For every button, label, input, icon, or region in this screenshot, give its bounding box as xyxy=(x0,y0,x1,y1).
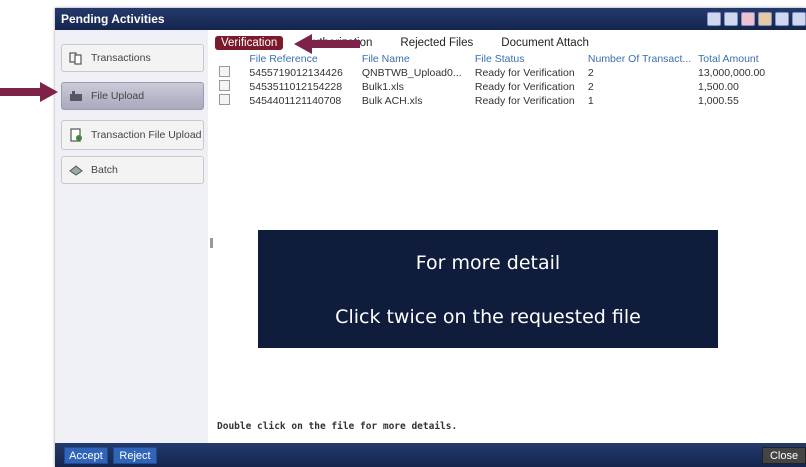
transaction-count-cell: 1 xyxy=(587,95,594,107)
file-status-cell: Ready for Verification xyxy=(474,67,575,79)
file-status-cell: Ready for Verification xyxy=(474,81,575,93)
row-checkbox[interactable] xyxy=(219,94,230,105)
select-column-header xyxy=(213,52,247,66)
overlay-line-2: Click twice on the requested file xyxy=(335,306,641,328)
column-header[interactable]: File Reference xyxy=(247,52,359,66)
instruction-overlay: For more detail Click twice on the reque… xyxy=(258,230,718,348)
window-title: Pending Activities xyxy=(61,12,165,26)
sidebar-item-label: Transaction File Upload xyxy=(91,129,202,141)
sidebar-item-label: Batch xyxy=(91,164,118,176)
column-header[interactable]: File Status xyxy=(473,52,586,66)
sidebar-item-label: Transactions xyxy=(91,52,151,64)
sidebar-item-transactions[interactable]: Transactions xyxy=(61,44,204,72)
column-header[interactable]: Total Amount xyxy=(696,52,806,66)
column-header[interactable]: Number Of Transact... xyxy=(586,52,696,66)
tool-icon[interactable] xyxy=(741,12,755,26)
files-table: File Reference File Name File Status Num… xyxy=(213,52,806,108)
transactions-icon xyxy=(69,52,82,65)
tab-verification[interactable]: Verification xyxy=(215,36,284,50)
tool-icon[interactable] xyxy=(792,12,806,26)
reject-button[interactable]: Reject xyxy=(113,447,157,464)
sidebar-item-label: File Upload xyxy=(91,90,145,102)
close-button[interactable]: Close xyxy=(762,447,806,464)
sidebar-item-file-upload[interactable]: File Upload xyxy=(61,82,204,110)
transaction-file-upload-icon xyxy=(70,128,82,142)
tab-document-attach[interactable]: Document Attach xyxy=(495,36,595,50)
table-row[interactable]: 5455719012134426 QNBTWB_Upload0... Ready… xyxy=(213,66,806,80)
sidebar: Transactions File Upload Transaction Fil… xyxy=(55,30,208,443)
transaction-count-cell: 2 xyxy=(587,67,594,79)
row-checkbox[interactable] xyxy=(219,66,230,77)
file-name-cell: Bulk ACH.xls xyxy=(361,95,423,107)
accept-button[interactable]: Accept xyxy=(64,447,108,464)
title-bar-icons xyxy=(707,12,806,26)
tool-icon[interactable] xyxy=(775,12,789,26)
tool-icon[interactable] xyxy=(758,12,772,26)
file-status-cell: Ready for Verification xyxy=(474,95,575,107)
file-reference-cell: 5455719012134426 xyxy=(249,67,343,79)
tool-icon[interactable] xyxy=(707,12,721,26)
pointer-arrow-left-icon xyxy=(294,34,360,54)
total-amount-cell: 1,000.55 xyxy=(697,95,739,107)
tab-rejected-files[interactable]: Rejected Files xyxy=(394,36,479,50)
table-row[interactable]: 5453511012154228 Bulk1.xls Ready for Ver… xyxy=(213,80,806,94)
file-upload-icon xyxy=(70,91,82,101)
sidebar-item-batch[interactable]: Batch xyxy=(61,156,204,184)
pointer-arrow-right-icon xyxy=(0,82,58,102)
overlay-line-1: For more detail xyxy=(415,252,561,274)
table-header-row: File Reference File Name File Status Num… xyxy=(213,52,806,66)
file-name-cell: Bulk1.xls xyxy=(361,81,404,93)
tab-bar: Verification Authorization Rejected File… xyxy=(215,35,611,51)
transaction-count-cell: 2 xyxy=(587,81,594,93)
row-checkbox[interactable] xyxy=(219,80,230,91)
column-header[interactable]: File Name xyxy=(360,52,473,66)
tool-icon[interactable] xyxy=(724,12,738,26)
file-reference-cell: 5454401121140708 xyxy=(249,95,342,107)
file-name-cell: QNBTWB_Upload0... xyxy=(361,67,462,79)
sidebar-item-transaction-file-upload[interactable]: Transaction File Upload xyxy=(61,120,204,150)
batch-icon xyxy=(69,165,83,176)
title-bar: Pending Activities xyxy=(55,8,806,30)
double-click-hint: Double click on the file for more detail… xyxy=(217,421,458,432)
bottom-action-bar: Accept Reject Close xyxy=(55,443,806,467)
total-amount-cell: 13,000,000.00 xyxy=(697,67,766,79)
file-reference-cell: 5453511012154228 xyxy=(249,81,343,93)
table-row[interactable]: 5454401121140708 Bulk ACH.xls Ready for … xyxy=(213,94,806,108)
total-amount-cell: 1,500.00 xyxy=(697,81,739,93)
